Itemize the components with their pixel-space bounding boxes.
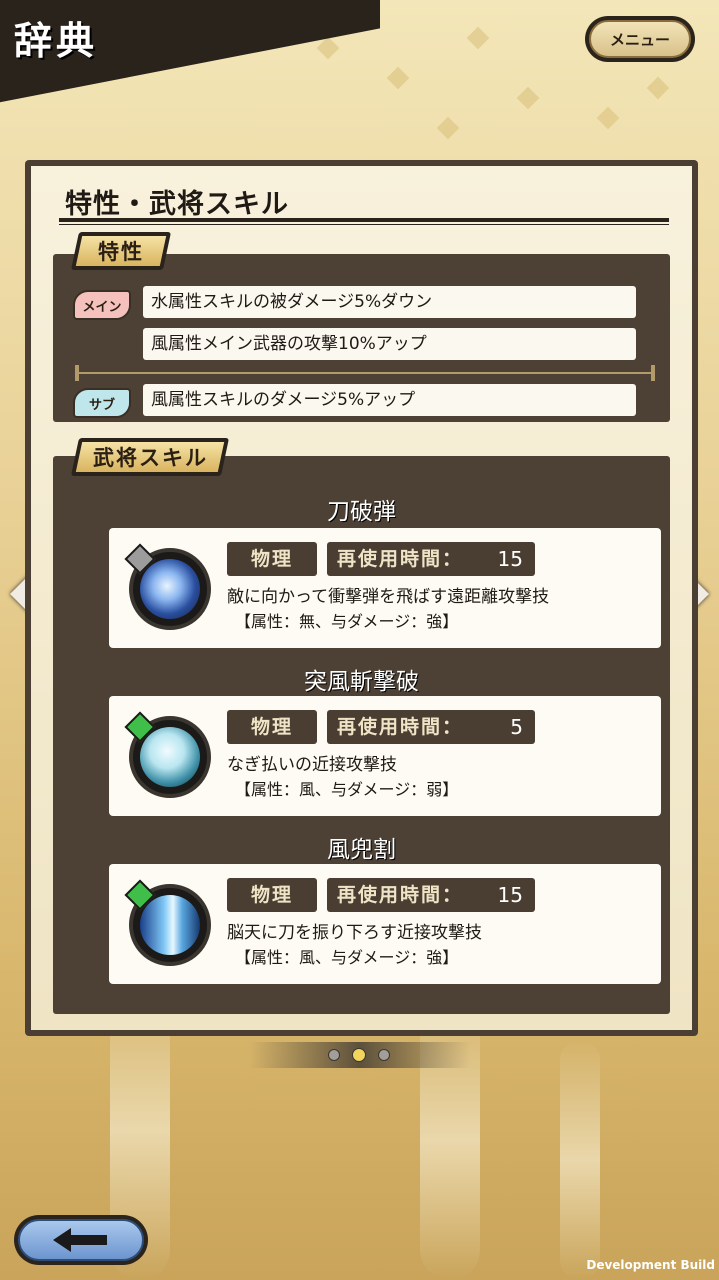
title-divider-thin bbox=[59, 224, 669, 225]
title-divider bbox=[59, 218, 669, 222]
sub-trait-badge: サブ bbox=[73, 388, 131, 418]
page-dot[interactable] bbox=[378, 1049, 390, 1061]
cooldown-value: 5 bbox=[510, 715, 523, 739]
skills-tag-label: 武将スキル bbox=[92, 445, 208, 470]
development-build-label: Development Build bbox=[586, 1258, 715, 1272]
cooldown-value: 15 bbox=[497, 547, 523, 571]
skill-card: 物理 再使用時間： 15 敵に向かって衝撃弾を飛ばす遠距離攻撃技 【属性：無、与ダ… bbox=[109, 528, 661, 648]
main-trait-row: 風属性メイン武器の攻撃10%アップ bbox=[143, 328, 636, 360]
page-indicator bbox=[250, 1042, 470, 1068]
trait-divider-cap bbox=[75, 365, 79, 381]
skill-description: 脳天に刀を振り下ろす近接攻撃技 bbox=[227, 923, 482, 943]
traits-tag: 特性 bbox=[70, 232, 172, 270]
section-title: 特性・武将スキル bbox=[65, 189, 289, 220]
trait-divider-cap bbox=[651, 365, 655, 381]
sub-trait-row: 風属性スキルのダメージ5%アップ bbox=[143, 384, 636, 416]
skills-box: 刀破弾 物理 再使用時間： 15 敵に向かって衝撃弾を飛ばす遠距離攻撃技 【属性：… bbox=[53, 456, 670, 1014]
cooldown-value: 15 bbox=[497, 883, 523, 907]
cooldown-label: 再使用時間： 15 bbox=[327, 878, 535, 912]
page-dot[interactable] bbox=[328, 1049, 340, 1061]
main-trait-badge: メイン bbox=[73, 290, 131, 320]
skill-attributes: 【属性：風、与ダメージ：強】 bbox=[235, 948, 459, 967]
skill-description: 敵に向かって衝撃弾を飛ばす遠距離攻撃技 bbox=[227, 587, 550, 607]
skill-description: なぎ払いの近接攻撃技 bbox=[227, 755, 397, 775]
back-button[interactable] bbox=[14, 1215, 148, 1265]
menu-button[interactable]: メニュー bbox=[585, 16, 695, 62]
shockwave-skill-icon bbox=[124, 543, 211, 630]
back-arrow-icon bbox=[53, 1228, 107, 1252]
skill-name: 突風斬撃破 bbox=[304, 669, 419, 695]
page-title: 辞典 bbox=[14, 18, 99, 63]
skill-type-label: 物理 bbox=[227, 710, 317, 744]
skill-type-label: 物理 bbox=[227, 878, 317, 912]
skill-name: 刀破弾 bbox=[327, 499, 396, 525]
downward-slash-skill-icon bbox=[124, 879, 211, 966]
skill-attributes: 【属性：無、与ダメージ：強】 bbox=[235, 612, 459, 631]
skill-name: 風兜割 bbox=[327, 837, 396, 863]
page-dot-active[interactable] bbox=[352, 1048, 366, 1062]
skill-type-label: 物理 bbox=[227, 542, 317, 576]
wind-slash-skill-icon bbox=[124, 711, 211, 798]
skills-tag: 武将スキル bbox=[70, 438, 230, 476]
cooldown-label: 再使用時間： 15 bbox=[327, 542, 535, 576]
traits-box: メイン 水属性スキルの被ダメージ5%ダウン 風属性メイン武器の攻撃10%アップ … bbox=[53, 254, 670, 422]
main-trait-row: 水属性スキルの被ダメージ5%ダウン bbox=[143, 286, 636, 318]
menu-button-label: メニュー bbox=[589, 20, 691, 58]
skill-attributes: 【属性：風、与ダメージ：弱】 bbox=[235, 780, 459, 799]
skill-card: 物理 再使用時間： 5 なぎ払いの近接攻撃技 【属性：風、与ダメージ：弱】 bbox=[109, 696, 661, 816]
skill-card: 物理 再使用時間： 15 脳天に刀を振り下ろす近接攻撃技 【属性：風、与ダメージ：… bbox=[109, 864, 661, 984]
trait-divider bbox=[77, 372, 655, 374]
panel-paper: 特性・武将スキル メイン 水属性スキルの被ダメージ5%ダウン 風属性メイン武器の… bbox=[31, 166, 692, 1030]
dictionary-panel: 特性・武将スキル メイン 水属性スキルの被ダメージ5%ダウン 風属性メイン武器の… bbox=[25, 160, 698, 1036]
cooldown-label: 再使用時間： 5 bbox=[327, 710, 535, 744]
traits-tag-label: 特性 bbox=[98, 239, 144, 264]
